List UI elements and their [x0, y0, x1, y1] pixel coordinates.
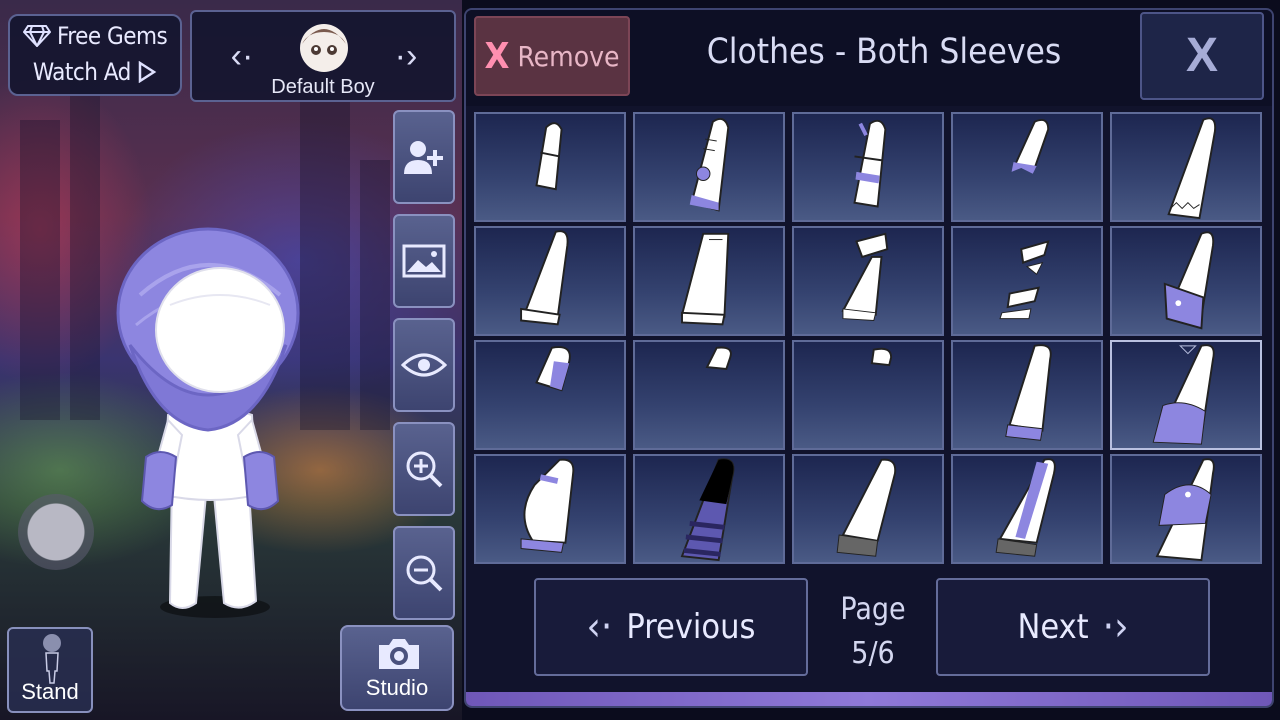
sleeve-item[interactable] — [474, 226, 626, 336]
sleeve-item-selected[interactable] — [1110, 340, 1262, 450]
chevron-right-icon: ·› — [1102, 604, 1129, 650]
sleeve-item[interactable] — [1110, 454, 1262, 564]
panel-title: Clothes - Both Sleeves — [706, 32, 1062, 72]
free-gems-button[interactable]: Free Gems Watch Ad — [8, 14, 182, 96]
remove-label: Remove — [517, 39, 620, 73]
page-word: Page — [840, 592, 906, 627]
sleeve-item-grid — [474, 112, 1268, 566]
sleeve-item[interactable] — [633, 340, 785, 450]
camera-icon — [379, 639, 419, 669]
remove-button[interactable]: X Remove — [474, 16, 630, 96]
chevron-left-icon: ‹· — [586, 604, 613, 650]
close-button[interactable]: X — [1140, 12, 1264, 100]
sleeve-item[interactable] — [951, 454, 1103, 564]
panel-footer-bar — [466, 692, 1272, 706]
page-indicator: Page 5/6 — [818, 588, 928, 676]
previous-page-button[interactable]: ‹· Previous — [534, 578, 808, 676]
next-character-arrow-icon[interactable]: ·› — [386, 36, 426, 76]
sleeve-item[interactable] — [951, 226, 1103, 336]
sleeve-item[interactable] — [633, 454, 785, 564]
background-button[interactable] — [393, 214, 455, 308]
sleeve-item[interactable] — [474, 340, 626, 450]
stand-pose-button[interactable]: Stand — [7, 627, 93, 713]
sleeve-item[interactable] — [633, 112, 785, 222]
play-icon — [137, 58, 157, 86]
standing-figure-icon — [43, 634, 61, 684]
sleeve-item[interactable] — [792, 340, 944, 450]
character-selector: ‹· ·› Default Boy — [190, 10, 456, 102]
prev-character-arrow-icon[interactable]: ‹· — [222, 36, 262, 76]
add-character-icon — [404, 141, 443, 174]
visibility-button[interactable] — [393, 318, 455, 412]
panel-header: X Remove Clothes - Both Sleeves X — [466, 10, 1272, 106]
add-character-button[interactable] — [393, 110, 455, 204]
remove-x-icon: X — [484, 35, 510, 77]
zoom-out-icon — [406, 555, 443, 592]
studio-label: Studio — [365, 675, 429, 700]
stand-label: Stand — [21, 679, 79, 704]
sleeve-item[interactable] — [951, 112, 1103, 222]
eye-icon — [401, 353, 447, 377]
sleeve-item[interactable] — [792, 112, 944, 222]
free-gems-label: Free Gems — [57, 22, 168, 50]
watch-ad-label: Watch Ad — [32, 58, 131, 86]
zoom-out-button[interactable] — [393, 526, 455, 620]
sleeve-item[interactable] — [951, 340, 1103, 450]
sleeve-item[interactable] — [1110, 112, 1262, 222]
gem-icon — [22, 22, 57, 50]
zoom-in-icon — [406, 451, 443, 488]
next-label: Next — [1017, 607, 1089, 647]
background-icon — [402, 244, 446, 278]
character-name: Default Boy — [271, 76, 375, 98]
sleeve-item[interactable] — [1110, 226, 1262, 336]
sleeve-item[interactable] — [792, 454, 944, 564]
character-portrait — [296, 18, 352, 74]
page-number: 5/6 — [851, 636, 895, 671]
movement-joystick[interactable] — [18, 494, 94, 570]
next-page-button[interactable]: Next ·› — [936, 578, 1210, 676]
sleeve-item[interactable] — [474, 454, 626, 564]
sleeve-item[interactable] — [474, 112, 626, 222]
clothes-panel: X Remove Clothes - Both Sleeves X ‹· Pre… — [464, 8, 1274, 708]
studio-button[interactable]: Studio — [340, 625, 454, 711]
sleeve-item[interactable] — [633, 226, 785, 336]
pagination: ‹· Previous Page 5/6 Next ·› — [466, 570, 1272, 690]
sleeve-item[interactable] — [792, 226, 944, 336]
character-avatar[interactable] — [110, 225, 310, 620]
previous-label: Previous — [626, 607, 756, 647]
zoom-in-button[interactable] — [393, 422, 455, 516]
